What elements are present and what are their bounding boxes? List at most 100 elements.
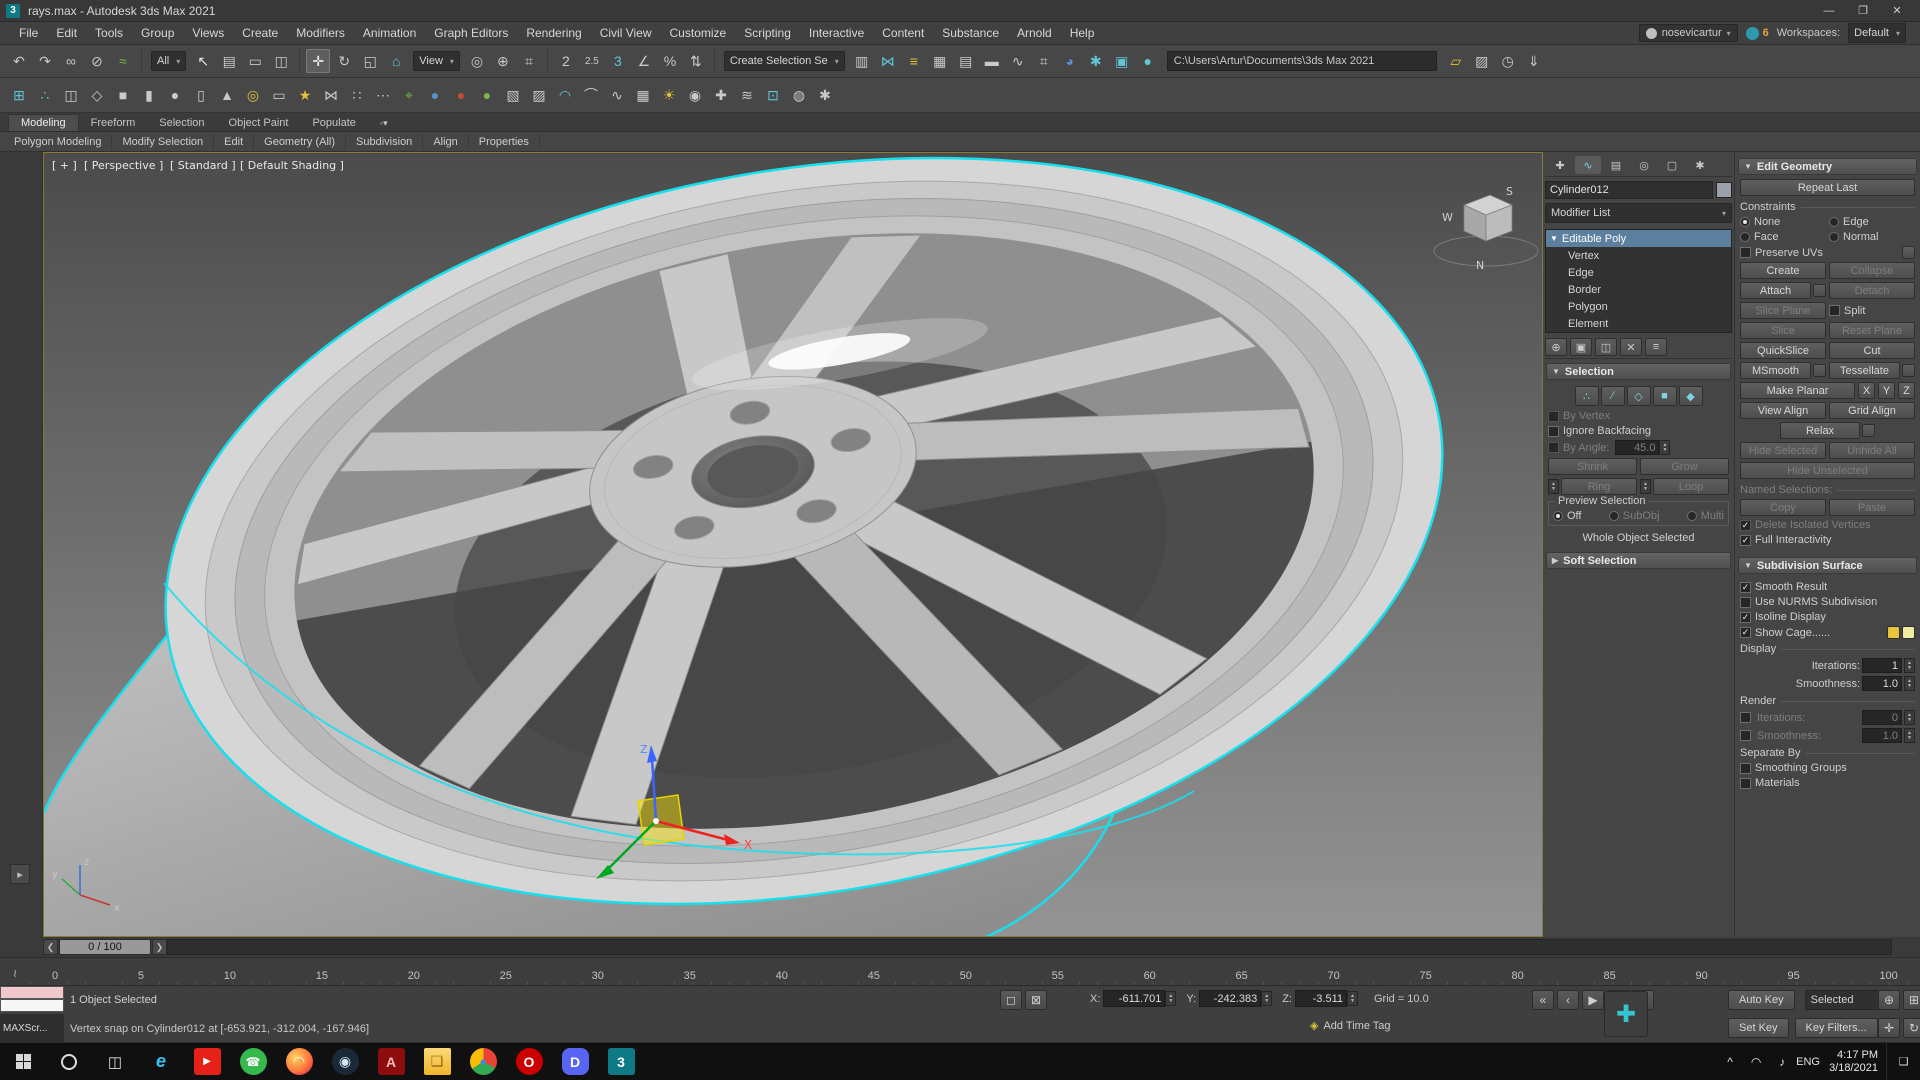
selection-filter-dropdown[interactable]: All ▾	[151, 51, 187, 71]
schematic-view-icon[interactable]: ⌗	[1032, 49, 1056, 73]
cylinder-primitive-icon[interactable]: ▮	[137, 83, 161, 107]
motion-tab-icon[interactable]: ◎	[1631, 156, 1657, 174]
menu-civil-view[interactable]: Civil View	[591, 22, 661, 45]
viewport-menu-pov[interactable]: [ Perspective ]	[84, 159, 163, 172]
edit-named-selection-sets-icon[interactable]: ▥	[850, 49, 874, 73]
slice-button[interactable]: Slice	[1740, 322, 1826, 339]
create-tab-icon[interactable]: ✚	[1547, 156, 1573, 174]
subdivision-surface-rollout-header[interactable]: ▼ Subdivision Surface	[1738, 557, 1917, 574]
clock[interactable]: 4:17 PM 3/18/2021	[1821, 1049, 1886, 1075]
ribbon-panel-edit[interactable]: Edit	[214, 133, 255, 150]
redo-icon[interactable]: ↷	[33, 49, 57, 73]
menu-scripting[interactable]: Scripting	[735, 22, 800, 45]
hierarchy-tab-icon[interactable]: ▤	[1603, 156, 1629, 174]
use-pivot-point-center-icon[interactable]: ◎	[465, 49, 489, 73]
undo-icon[interactable]: ↶	[7, 49, 31, 73]
select-by-name-icon[interactable]: ▤	[217, 49, 241, 73]
adobe-icon[interactable]: A	[368, 1043, 414, 1080]
menu-customize[interactable]: Customize	[661, 22, 736, 45]
menu-edit[interactable]: Edit	[47, 22, 86, 45]
menu-group[interactable]: Group	[132, 22, 183, 45]
edit-geometry-rollout-header[interactable]: ▼ Edit Geometry	[1738, 158, 1917, 175]
ribbon-tab-object-paint[interactable]: Object Paint	[217, 115, 301, 131]
twist-modifier-icon[interactable]: ∿	[605, 83, 629, 107]
relax-button[interactable]: Relax	[1780, 422, 1860, 439]
stack-subobject-item[interactable]: Vertex	[1546, 247, 1731, 264]
constraint-none-radio[interactable]	[1740, 217, 1750, 227]
select-and-move-icon[interactable]: ✛	[306, 49, 331, 73]
constraint-normal-radio[interactable]	[1829, 232, 1839, 242]
search-button[interactable]	[46, 1043, 92, 1080]
file-explorer-icon[interactable]: ❏	[414, 1043, 460, 1080]
box-primitive-icon[interactable]: ■	[111, 83, 135, 107]
menu-animation[interactable]: Animation	[354, 22, 425, 45]
viewport-layout-icon[interactable]: ◫	[59, 83, 83, 107]
toggle-scene-explorer-icon[interactable]: ▦	[928, 49, 952, 73]
render-smoothness-spinner[interactable]: ▲ ▼	[1904, 728, 1915, 743]
isoline-display-checkbox[interactable]	[1740, 611, 1751, 623]
viewport-canvas[interactable]: X Z x y z W S N [ + ] [ Perspective ] [ …	[44, 153, 1543, 937]
ribbon-panel-align[interactable]: Align	[423, 133, 469, 150]
save-scene-icon[interactable]: ⇓	[1522, 49, 1546, 73]
maxscript-mini-listener-pink[interactable]	[0, 986, 64, 999]
create-key-button[interactable]: ✚	[1604, 991, 1648, 1037]
viewport-menu-renderer[interactable]: [ Standard ]	[170, 159, 236, 172]
ribbon-panel-polygon-modeling[interactable]: Polygon Modeling	[4, 133, 113, 150]
opera-icon[interactable]: O	[506, 1043, 552, 1080]
z-coord-spinner[interactable]: ▲ ▼	[1346, 991, 1358, 1006]
modifier-list-dropdown[interactable]: Modifier List ▾	[1545, 203, 1732, 223]
ribbon-panel-properties[interactable]: Properties	[469, 133, 540, 150]
bind-to-space-warp-icon[interactable]: ≈	[111, 49, 135, 73]
preview-multi-radio[interactable]	[1686, 511, 1697, 521]
light-create-icon[interactable]: ☀	[657, 83, 681, 107]
attach-button[interactable]: Attach	[1740, 282, 1811, 299]
sphere-primitive-icon[interactable]: ●	[163, 83, 187, 107]
show-end-result-icon[interactable]: ▣	[1570, 338, 1592, 356]
previous-frame-icon[interactable]: ‹	[1557, 990, 1579, 1010]
auto-key-button[interactable]: Auto Key	[1728, 990, 1795, 1010]
frame-back-arrow[interactable]: ❮	[43, 939, 58, 955]
materials-checkbox[interactable]	[1740, 777, 1751, 789]
hidden-icons-chevron[interactable]: ^	[1717, 1043, 1743, 1080]
select-and-rotate-icon[interactable]: ↻	[332, 49, 356, 73]
snap-to-vertex-icon[interactable]: ∴	[33, 83, 57, 107]
snaps-toggle-25d-icon[interactable]: 2.5	[580, 49, 604, 73]
collapse-button[interactable]: Collapse	[1829, 262, 1915, 279]
go-to-start-icon[interactable]: «	[1532, 990, 1554, 1010]
select-object-icon[interactable]: ↖	[191, 49, 215, 73]
hide-unselected-button[interactable]: Hide Unselected	[1740, 462, 1915, 479]
remove-modifier-icon[interactable]: ✕	[1620, 338, 1642, 356]
viewcube-north-label[interactable]: N	[1476, 259, 1484, 272]
render-iterations-spinner[interactable]: ▲ ▼	[1904, 710, 1915, 725]
selection-rollout-header[interactable]: ▼ Selection	[1546, 363, 1731, 380]
array-tool-icon[interactable]: ∷	[345, 83, 369, 107]
material-editor-icon[interactable]: ◕	[1058, 49, 1082, 73]
edge-mode-icon[interactable]: ∕	[1600, 386, 1625, 406]
slice-plane-button[interactable]: Slice Plane	[1740, 302, 1826, 319]
set-key-button[interactable]: Set Key	[1728, 1018, 1789, 1038]
planar-x-button[interactable]: X	[1858, 382, 1875, 399]
notification-count[interactable]: 6	[1763, 27, 1769, 39]
ring-spinner[interactable]: ▲ ▼	[1548, 479, 1559, 494]
ribbon-options-icon[interactable]: ◦▾	[368, 116, 400, 131]
toggle-ribbon-icon[interactable]: ▬	[980, 49, 1004, 73]
cage-color-swatch-2[interactable]	[1902, 626, 1915, 639]
grid-align-button[interactable]: Grid Align	[1829, 402, 1915, 419]
menu-views[interactable]: Views	[183, 22, 233, 45]
reference-coordinate-dropdown[interactable]: View ▾	[413, 51, 460, 71]
planar-z-button[interactable]: Z	[1898, 382, 1915, 399]
configure-modifier-sets-icon[interactable]: ≡	[1645, 338, 1667, 356]
align-icon[interactable]: ≡	[902, 49, 926, 73]
z-coord-value[interactable]: -3.511	[1294, 990, 1347, 1007]
menu-tools[interactable]: Tools	[86, 22, 132, 45]
render-setup-icon[interactable]: ✱	[1084, 49, 1108, 73]
zoom-all-icon[interactable]: ⊞	[1903, 990, 1920, 1010]
render-smoothness-value[interactable]: 1.0	[1862, 728, 1902, 743]
curve-editor-icon[interactable]: ∿	[1006, 49, 1030, 73]
ribbon-panel-subdivision[interactable]: Subdivision	[346, 133, 424, 150]
ribbon-tab-populate[interactable]: Populate	[300, 115, 367, 131]
unhide-all-button[interactable]: Unhide All	[1829, 442, 1915, 459]
viewport-menu-plus[interactable]: [ + ]	[52, 159, 77, 172]
volume-icon[interactable]: ♪	[1769, 1043, 1795, 1080]
material-sample-green-icon[interactable]: ●	[475, 83, 499, 107]
